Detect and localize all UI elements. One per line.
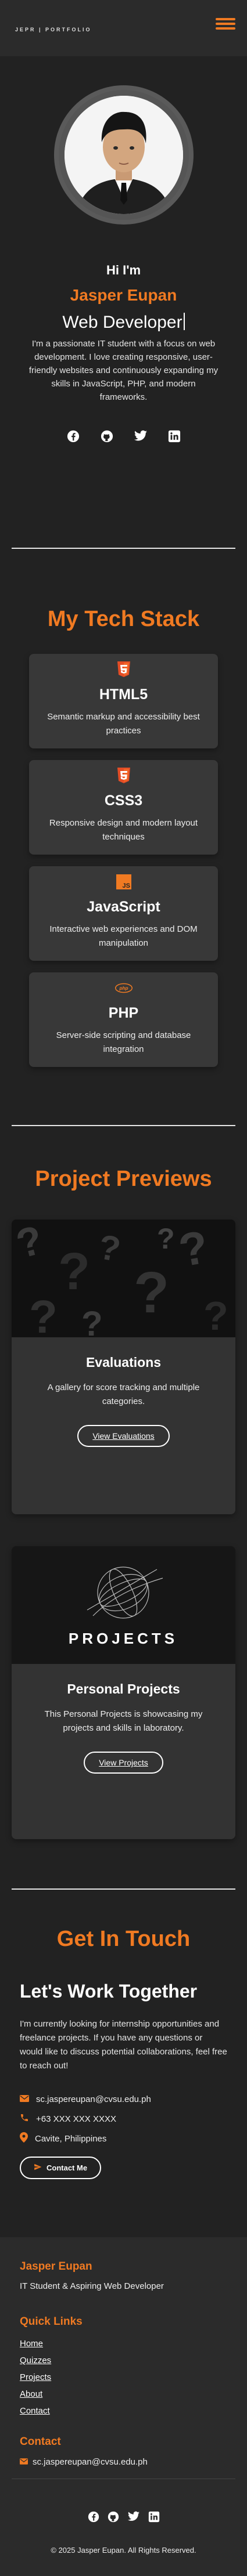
tech-desc: Interactive web experiences and DOM mani…	[49, 924, 198, 948]
hero-greeting: Hi I'm	[106, 263, 141, 277]
twitter-icon[interactable]	[127, 2511, 140, 2526]
tech-stack-section: My Tech Stack HTML5 Semantic markup and …	[0, 549, 247, 1067]
footer-email-row: sc.jaspereupan@cvsu.edu.ph	[20, 2452, 227, 2472]
quick-links-title: Quick Links	[20, 2315, 83, 2328]
envelope-icon	[20, 2457, 28, 2467]
svg-text:php: php	[119, 986, 128, 991]
site-footer: Jasper Eupan IT Student & Aspiring Web D…	[0, 2237, 247, 2576]
tech-desc: Server-side scripting and database integ…	[56, 1030, 191, 1054]
tech-card-html5: HTML5 Semantic markup and accessibility …	[29, 654, 218, 748]
svg-text:?: ?	[58, 1243, 90, 1301]
svg-text:?: ?	[157, 1222, 175, 1255]
project-desc: A gallery for score tracking and multipl…	[47, 1383, 200, 1406]
social-links	[17, 429, 230, 443]
javascript-icon: JS	[115, 873, 133, 891]
contact-heading: Let's Work Together	[20, 1981, 198, 2002]
project-card-evaluations: ? ? ? ? ? ? ? ? ? Evaluations A gallery …	[12, 1220, 235, 1514]
footer-link-projects[interactable]: Projects	[20, 2372, 227, 2382]
profile-avatar	[53, 85, 194, 225]
location-pin-icon	[20, 2132, 28, 2145]
contact-location-row: Cavite, Philippines	[20, 2129, 227, 2148]
tech-name: JavaScript	[87, 899, 160, 915]
facebook-icon[interactable]	[88, 2511, 99, 2526]
top-nav-bar: JEPR | PORTFOLIO	[0, 0, 247, 56]
project-desc: This Personal Projects is showcasing my …	[44, 1709, 203, 1733]
facebook-icon[interactable]	[66, 429, 80, 443]
hamburger-icon[interactable]	[216, 16, 235, 31]
phone-icon	[20, 2113, 29, 2125]
tech-stack-title: My Tech Stack	[47, 607, 200, 631]
send-icon	[34, 2163, 42, 2173]
tech-desc: Responsive design and modern layout tech…	[49, 818, 198, 842]
svg-text:JS: JS	[122, 882, 130, 889]
contact-text: I'm currently looking for internship opp…	[20, 2019, 227, 2071]
projects-section: Project Previews ? ? ? ? ? ? ? ? ? Evalu…	[0, 1126, 247, 1839]
contact-email[interactable]: sc.jaspereupan@cvsu.edu.ph	[36, 2094, 151, 2104]
tech-card-php: php PHP Server-side scripting and databa…	[29, 972, 218, 1067]
copyright: © 2025 Jasper Eupan. All Rights Reserved…	[51, 2546, 196, 2555]
footer-link-about[interactable]: About	[20, 2389, 227, 2399]
github-icon[interactable]	[108, 2511, 119, 2526]
contact-location: Cavite, Philippines	[35, 2133, 107, 2144]
svg-text:?: ?	[203, 1293, 228, 1337]
projects-image-text: PROJECTS	[69, 1630, 178, 1647]
tech-card-javascript: JS JavaScript Interactive web experience…	[29, 866, 218, 961]
project-name: Personal Projects	[67, 1681, 180, 1696]
tech-name: PHP	[108, 1005, 139, 1021]
footer-email[interactable]: sc.jaspereupan@cvsu.edu.ph	[33, 2457, 148, 2467]
hero-section: Hi I'm Jasper Eupan Web Developer I'm a …	[0, 56, 247, 443]
contact-phone: +63 XXX XXX XXXX	[36, 2114, 116, 2124]
contact-title: Get In Touch	[56, 1927, 191, 1951]
tech-desc: Semantic markup and accessibility best p…	[47, 712, 200, 736]
project-card-personal: PROJECTS Personal Projects This Personal…	[12, 1546, 235, 1839]
php-icon: php	[114, 979, 133, 997]
footer-name: Jasper Eupan	[20, 2260, 92, 2273]
view-projects-button[interactable]: View Projects	[84, 1752, 163, 1774]
footer-link-quizzes[interactable]: Quizzes	[20, 2356, 227, 2365]
site-logo[interactable]: JEPR | PORTFOLIO	[15, 27, 92, 32]
envelope-icon	[20, 2094, 29, 2104]
typing-caret	[183, 313, 185, 330]
contact-me-button[interactable]: Contact Me	[20, 2157, 102, 2179]
svg-text:?: ?	[29, 1291, 58, 1337]
contact-phone-row: +63 XXX XXX XXXX	[20, 2109, 227, 2129]
html5-icon	[115, 661, 133, 678]
contact-email-row: sc.jaspereupan@cvsu.edu.ph	[20, 2089, 227, 2109]
project-name: Evaluations	[85, 1355, 162, 1370]
hero-role-text: Web Developer	[62, 313, 182, 332]
evaluations-preview-image: ? ? ? ? ? ? ? ? ?	[12, 1220, 235, 1337]
projects-preview-image: PROJECTS	[12, 1546, 235, 1664]
footer-contact-title: Contact	[20, 2436, 61, 2448]
contact-section: Get In Touch Let's Work Together I'm cur…	[0, 1890, 247, 2179]
linkedin-icon[interactable]	[148, 2511, 160, 2526]
tech-name: HTML5	[99, 686, 148, 703]
github-icon[interactable]	[100, 429, 114, 443]
css3-icon	[115, 767, 133, 784]
twitter-icon[interactable]	[134, 429, 148, 443]
tech-card-css3: CSS3 Responsive design and modern layout…	[29, 760, 218, 855]
footer-tagline: IT Student & Aspiring Web Developer	[20, 2281, 164, 2291]
hero-bio: I'm a passionate IT student with a focus…	[28, 339, 219, 402]
contact-me-label: Contact Me	[46, 2163, 88, 2172]
projects-title: Project Previews	[35, 1167, 212, 1191]
footer-socials	[0, 2511, 247, 2526]
hero-name: Jasper Eupan	[70, 286, 177, 304]
tech-name: CSS3	[104, 793, 143, 809]
quick-links: Home Quizzes Projects About Contact	[20, 2339, 227, 2416]
linkedin-icon[interactable]	[167, 429, 181, 443]
footer-link-home[interactable]: Home	[20, 2339, 227, 2349]
svg-text:?: ?	[81, 1304, 103, 1337]
view-evaluations-button[interactable]: View Evaluations	[77, 1425, 170, 1447]
svg-text:?: ?	[134, 1260, 169, 1325]
hero-role: Web Developer	[17, 313, 230, 332]
footer-link-contact[interactable]: Contact	[20, 2406, 227, 2416]
